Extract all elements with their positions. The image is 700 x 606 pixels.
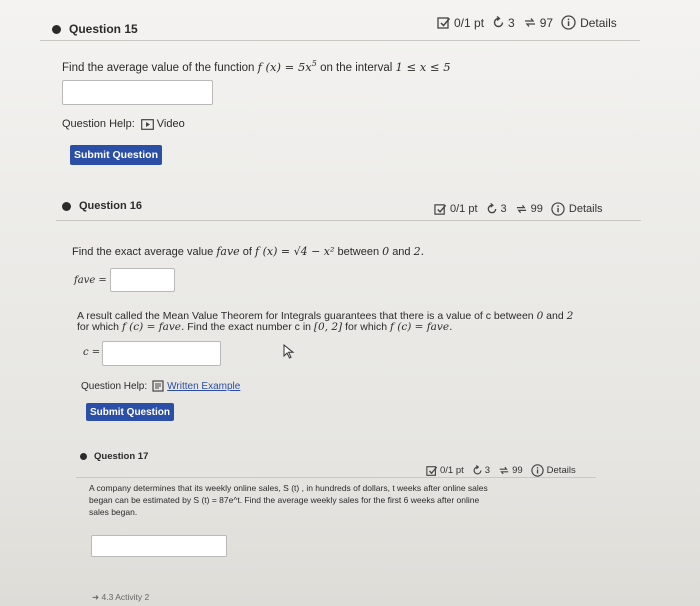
q16-prompt-and: and (392, 246, 411, 258)
q16-fave: fave (216, 245, 240, 258)
q17-activity-footer: ➜ 4.3 Activity 2 (92, 592, 149, 603)
q16-mvt-zero: 0 (536, 310, 544, 322)
q15-header: Question 15 (52, 22, 138, 36)
q15-prompt-text: Find the average value of the function (62, 61, 255, 74)
q17-attempts-icon (498, 465, 510, 476)
assignment-page: Question 15 0/1 pt 3 97 Details Find the… (0, 0, 700, 606)
q16-attempts-icon (515, 203, 528, 215)
q17-meta: 0/1 pt 3 99 Details (426, 464, 576, 477)
q17-retries: 3 (484, 465, 491, 476)
q17-answer-input[interactable] (91, 535, 227, 557)
q17-prompt-line2: began can be estimated by S (t) = 87e^t.… (89, 495, 480, 505)
q15-help-label: Question Help: (62, 118, 135, 130)
q15-answer-input[interactable] (62, 80, 213, 105)
q17-prompt-line1: A company determines that its weekly onl… (89, 483, 488, 493)
arrow-icon: ➜ (92, 592, 100, 602)
video-icon[interactable] (140, 118, 154, 130)
q15-prompt-mid: on the interval (320, 61, 393, 74)
q16-c-label: c = (83, 347, 101, 358)
q16-bullet-icon (62, 201, 71, 211)
q16-written-example-link[interactable]: Written Example (167, 381, 240, 392)
q17-activity-label: 4.3 Activity 2 (101, 592, 150, 602)
q16-retries: 3 (500, 203, 507, 215)
q15-retries: 3 (508, 15, 515, 30)
q16-function: f (x) = √4 − x² (255, 245, 335, 258)
q15-function: f (x) = 5x (257, 59, 312, 74)
q16-help: Question Help: Written Example (81, 380, 240, 392)
q17-score-icon (426, 465, 438, 477)
q17-details-link[interactable]: Details (547, 465, 576, 476)
q15-prompt: Find the average value of the function f… (62, 59, 451, 74)
document-icon[interactable] (152, 380, 164, 392)
q16-prompt-of: of (242, 246, 252, 258)
q17-bullet-icon (80, 453, 87, 460)
q16-title: Question 16 (79, 200, 142, 212)
q15-score-icon (437, 16, 451, 30)
q16-details-link[interactable]: Details (569, 203, 603, 215)
q16-mvt-and: and (546, 310, 564, 322)
q15-attempts-icon (523, 16, 537, 29)
q17-title: Question 17 (94, 451, 149, 462)
q17-header: Question 17 (80, 451, 148, 462)
q17-prompt-line3: sales began. (89, 507, 138, 517)
q16-meta: 0/1 pt 3 99 Details (434, 202, 603, 216)
mouse-cursor-icon (283, 344, 295, 359)
q16-prompt-text: Find the exact average value (72, 246, 214, 258)
q15-title: Question 15 (69, 22, 138, 36)
q17-score: 0/1 pt (440, 465, 464, 476)
q16-fave-input[interactable] (110, 268, 175, 292)
q17-attempts: 99 (512, 465, 523, 476)
q17-info-icon[interactable] (530, 464, 544, 477)
q15-interval: 1 ≤ x ≤ 5 (395, 59, 451, 74)
q15-info-icon[interactable] (561, 15, 576, 30)
q16-score-icon (434, 203, 447, 216)
q16-retry-icon (486, 203, 498, 215)
q16-mvt-interval: [0, 2] (313, 321, 343, 333)
q15-exponent: 5 (311, 59, 317, 68)
q16-header: Question 16 (62, 200, 142, 212)
q16-mvt-for-which: for which (77, 321, 120, 333)
q16-upper-bound: 2. (413, 245, 425, 258)
q15-details-link[interactable]: Details (580, 16, 617, 30)
q16-mvt-equation-2: f (c) = fave. (390, 321, 453, 333)
q16-score: 0/1 pt (450, 203, 478, 215)
q15-help: Question Help: Video (62, 118, 185, 130)
q15-bullet-icon (52, 24, 61, 34)
q16-prompt-between: between (337, 246, 380, 258)
q15-video-link[interactable]: Video (157, 118, 185, 130)
q15-score: 0/1 pt (454, 15, 485, 30)
q16-lower-bound: 0 (382, 245, 390, 258)
q16-mvt-line2: for which f (c) = fave. Find the exact n… (77, 321, 452, 333)
q17-divider (76, 477, 596, 478)
q15-retry-icon (492, 16, 505, 29)
q16-info-icon[interactable] (551, 202, 565, 216)
q16-c-input[interactable] (102, 341, 221, 366)
q16-mvt-two: 2 (566, 310, 574, 322)
q15-submit-button[interactable]: Submit Question (70, 145, 162, 165)
q16-fave-label: fave = (74, 275, 107, 286)
q16-mvt-equation: f (c) = fave. (121, 321, 185, 333)
q16-help-label: Question Help: (81, 380, 148, 392)
q16-prompt: Find the exact average value fave of f (… (72, 245, 424, 258)
q16-mvt-find: Find the exact number c in (187, 321, 311, 333)
q17-retry-icon (472, 465, 483, 476)
q15-meta: 0/1 pt 3 97 Details (437, 15, 617, 30)
q16-submit-button[interactable]: Submit Question (86, 403, 174, 421)
q16-mvt-for-which-2: for which (345, 321, 388, 333)
q16-attempts: 99 (530, 203, 543, 215)
q15-divider (40, 40, 640, 41)
q16-divider (56, 220, 641, 221)
q15-attempts: 97 (539, 15, 554, 30)
